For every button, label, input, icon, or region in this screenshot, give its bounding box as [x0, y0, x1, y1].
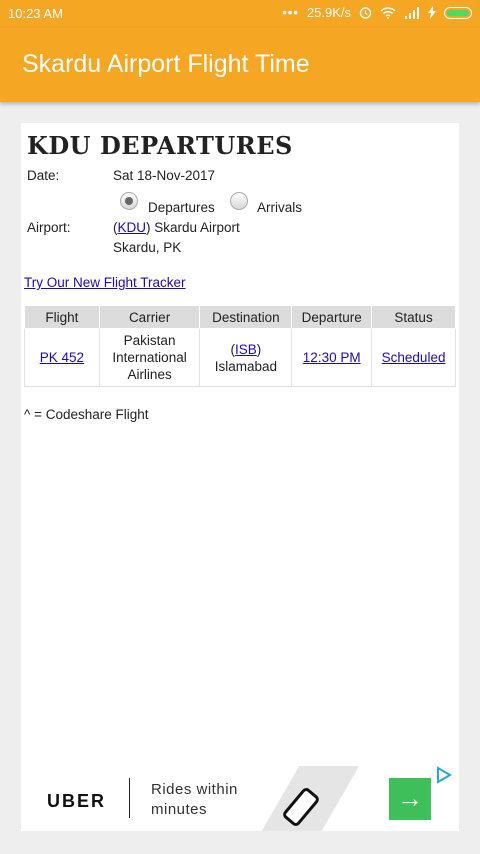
- carrier-line: Airlines: [127, 367, 172, 382]
- status-icons: ••• 25.9K/s: [282, 5, 472, 20]
- table-header-row: Flight Carrier Destination Departure Sta…: [24, 305, 456, 329]
- carrier-line: Pakistan: [123, 333, 176, 348]
- departure-time-link[interactable]: 12:30 PM: [303, 350, 361, 365]
- destination-cell: (ISB) Islamabad: [199, 328, 293, 387]
- date-label: Date:: [27, 168, 60, 183]
- ad-text: Rides within minutes: [151, 780, 238, 820]
- departures-radio-label[interactable]: Departures: [148, 200, 215, 215]
- column-header-status: Status: [371, 305, 456, 329]
- destination-code-link[interactable]: ISB: [235, 342, 257, 357]
- status-time: 10:23 AM: [8, 6, 63, 21]
- network-speed: 25.9K/s: [306, 5, 351, 20]
- arrivals-radio-label[interactable]: Arrivals: [257, 200, 302, 215]
- column-header-departure: Departure: [291, 305, 373, 329]
- content-card: KDU DEPARTURES Date: Sat 18-Nov-2017 Dep…: [21, 123, 459, 831]
- departures-table: Flight Carrier Destination Departure Sta…: [24, 305, 456, 387]
- column-header-carrier: Carrier: [98, 305, 201, 329]
- departures-radio[interactable]: [120, 192, 138, 210]
- column-header-destination: Destination: [199, 305, 293, 329]
- page-title: KDU DEPARTURES: [27, 131, 293, 160]
- carrier-line: International: [112, 350, 187, 365]
- date-value: Sat 18-Nov-2017: [113, 168, 216, 183]
- status-link[interactable]: Scheduled: [382, 350, 446, 365]
- signal-icon: [405, 6, 419, 19]
- ad-divider: [129, 778, 130, 818]
- codeshare-note: ^ = Codeshare Flight: [24, 407, 149, 422]
- ad-brand-logo: UBER: [47, 791, 107, 811]
- destination-name: Islamabad: [214, 358, 278, 374]
- arrow-right-icon: →: [397, 783, 423, 813]
- flight-cell: PK 452: [24, 328, 100, 387]
- flight-number-link[interactable]: PK 452: [40, 350, 84, 365]
- ad-banner[interactable]: UBER Rides within minutes →: [21, 766, 459, 831]
- charging-icon: [428, 6, 436, 19]
- status-bar: 10:23 AM ••• 25.9K/s: [0, 0, 480, 28]
- app-bar: Skardu Airport Flight Time: [0, 28, 480, 102]
- adchoices-icon[interactable]: [435, 766, 453, 784]
- flight-tracker-link[interactable]: Try Our New Flight Tracker: [24, 275, 186, 290]
- airport-code-link[interactable]: KDU: [118, 220, 147, 235]
- table-row: PK 452 Pakistan International Airlines (…: [24, 328, 456, 387]
- app-title: Skardu Airport Flight Time: [22, 50, 310, 78]
- airport-label: Airport:: [27, 220, 71, 235]
- dots-icon: •••: [282, 5, 299, 20]
- airport-info: (KDU) Skardu Airport: [113, 220, 240, 235]
- status-cell: Scheduled: [371, 328, 456, 387]
- column-header-flight: Flight: [24, 305, 100, 329]
- airport-name: Skardu Airport: [154, 220, 240, 235]
- ad-go-button[interactable]: →: [389, 778, 431, 820]
- departure-cell: 12:30 PM: [291, 328, 373, 387]
- carrier-cell: Pakistan International Airlines: [98, 328, 201, 387]
- ad-line-2: minutes: [151, 801, 208, 818]
- arrivals-radio[interactable]: [230, 192, 248, 210]
- alarm-icon: [359, 7, 372, 19]
- airport-location: Skardu, PK: [113, 240, 182, 255]
- ad-line-1: Rides within: [151, 781, 238, 798]
- wifi-icon: [380, 6, 396, 19]
- battery-icon: [444, 6, 472, 19]
